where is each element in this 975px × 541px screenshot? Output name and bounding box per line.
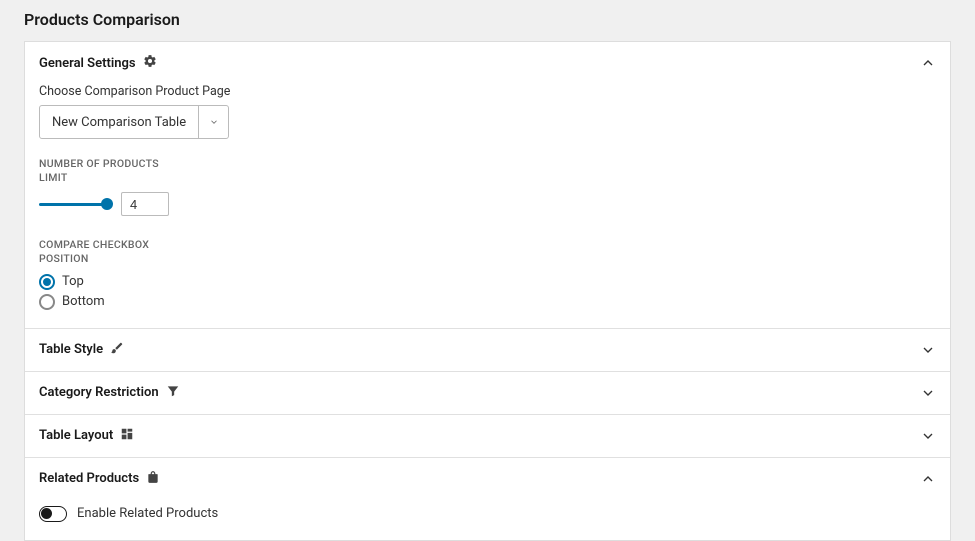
section-title-table-style: Table Style: [39, 342, 103, 357]
section-title-table-layout: Table Layout: [39, 428, 113, 443]
section-category-restriction: Category Restriction: [25, 372, 950, 415]
section-related-products: Related Products Enable Related Products: [25, 458, 950, 540]
toggle-knob: [41, 508, 52, 519]
section-title-general: General Settings: [39, 56, 136, 71]
bag-icon: [146, 470, 160, 488]
checkbox-position-label: COMPARE CHECKBOX POSITION: [39, 238, 169, 265]
chevron-up-icon: [920, 471, 936, 487]
section-title-related-products: Related Products: [39, 471, 139, 486]
products-limit-slider[interactable]: [39, 198, 111, 210]
section-header-general[interactable]: General Settings: [25, 42, 950, 84]
section-table-layout: Table Layout: [25, 415, 950, 458]
products-limit-label: NUMBER OF PRODUCTS LIMIT: [39, 157, 169, 184]
section-title-category-restriction: Category Restriction: [39, 385, 159, 400]
section-body-related-products: Enable Related Products: [25, 500, 950, 540]
filter-icon: [166, 384, 180, 402]
slider-thumb[interactable]: [101, 198, 113, 210]
chevron-down-icon: [920, 385, 936, 401]
gear-icon: [143, 54, 157, 72]
section-header-related-products[interactable]: Related Products: [25, 458, 950, 500]
product-page-select[interactable]: New Comparison Table: [39, 105, 229, 139]
radio-dot: [43, 278, 51, 286]
chevron-down-icon: [198, 106, 228, 138]
settings-panel: General Settings Choose Comparison Produ…: [24, 41, 951, 541]
product-page-selected: New Comparison Table: [40, 106, 198, 138]
chevron-down-icon: [920, 342, 936, 358]
radio-circle: [39, 294, 55, 310]
checkbox-position-group: Top Bottom: [39, 274, 936, 310]
radio-label-bottom: Bottom: [62, 294, 105, 309]
radio-label-top: Top: [62, 274, 84, 289]
brush-icon: [110, 341, 124, 359]
section-table-style: Table Style: [25, 329, 950, 372]
section-general-settings: General Settings Choose Comparison Produ…: [25, 42, 950, 329]
enable-related-label: Enable Related Products: [77, 506, 218, 521]
product-page-label: Choose Comparison Product Page: [39, 84, 936, 99]
layout-icon: [120, 427, 134, 445]
radio-circle: [39, 274, 55, 290]
chevron-up-icon: [920, 55, 936, 71]
page-title: Products Comparison: [0, 0, 975, 41]
section-header-category-restriction[interactable]: Category Restriction: [25, 372, 950, 414]
section-header-table-layout[interactable]: Table Layout: [25, 415, 950, 457]
products-limit-input[interactable]: [121, 192, 169, 216]
chevron-down-icon: [920, 428, 936, 444]
enable-related-toggle[interactable]: [39, 506, 67, 522]
radio-option-bottom[interactable]: Bottom: [39, 294, 936, 310]
section-header-table-style[interactable]: Table Style: [25, 329, 950, 371]
radio-option-top[interactable]: Top: [39, 274, 936, 290]
section-body-general: Choose Comparison Product Page New Compa…: [25, 84, 950, 328]
